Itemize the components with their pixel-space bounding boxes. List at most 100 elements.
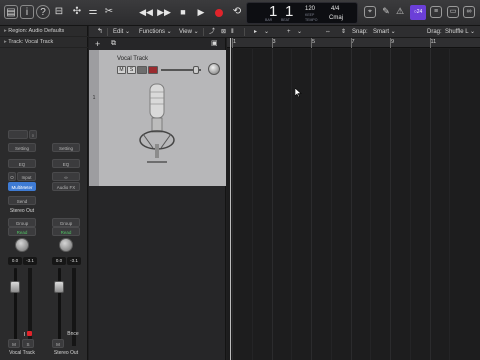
snap-dropdown[interactable]: Smart ⌄ xyxy=(373,26,396,38)
cpu-meter[interactable]: ○24 xyxy=(410,5,426,20)
command-tool-icon[interactable]: + xyxy=(287,26,291,38)
track-pan-knob[interactable] xyxy=(208,63,220,75)
inspector-icon[interactable]: i xyxy=(20,5,34,19)
strip2-level-value[interactable]: -3.1 xyxy=(67,257,81,265)
inspector-panel: ▸ Region: Audio Defaults ▸ Track: Vocal … xyxy=(0,26,88,360)
track-name[interactable]: Vocal Track xyxy=(117,56,148,62)
loops-icon[interactable]: ∞ xyxy=(463,6,475,18)
functions-menu[interactable]: Functions ⌄ xyxy=(139,26,172,38)
add-track-button[interactable]: + xyxy=(95,38,100,50)
lcd-key: Cmaj xyxy=(329,15,344,21)
strip2-input-format[interactable]: ∞ xyxy=(52,172,80,181)
track-header-vocal[interactable]: Vocal Track M S xyxy=(89,50,226,186)
lcd-display[interactable]: 1 1 BAR BEAT 120 KEEP TEMPO 4/4 Cmaj xyxy=(246,2,358,24)
grid-line xyxy=(370,49,372,360)
pointer-tool-icon[interactable]: ▸ xyxy=(254,26,257,38)
command-tool-chevron-icon[interactable]: ⌄ xyxy=(297,26,302,38)
strip1-record-enable[interactable]: I xyxy=(21,331,35,338)
playhead[interactable] xyxy=(230,38,231,360)
stop-button[interactable]: ■ xyxy=(175,4,191,20)
strip1-setting[interactable]: Setting xyxy=(8,143,36,152)
view-menu[interactable]: View ⌄ xyxy=(179,26,199,38)
grid-line xyxy=(330,49,332,360)
strip1-volume-fader[interactable] xyxy=(10,281,20,293)
strip1-pan-value[interactable]: 0.0 xyxy=(8,257,22,265)
track-record-enable-button[interactable] xyxy=(148,66,158,74)
strip1-eq[interactable]: EQ xyxy=(8,159,36,168)
strip1-mute-button[interactable]: M xyxy=(8,339,20,348)
notepad-icon[interactable]: ▭ xyxy=(447,6,459,18)
strip1-automation[interactable]: Read xyxy=(8,227,36,236)
region-inspector-header[interactable]: ▸ Region: Audio Defaults xyxy=(0,26,88,37)
track-headers-panel: + ⧉ ▣ Vocal Track M S 1 xyxy=(89,38,226,360)
quick-help-icon[interactable]: ? xyxy=(36,5,50,19)
tracks-area-menubar: ↰ Edit ⌄ Functions ⌄ View ⌄ ⤴ ⊠ ⫴ ▸ ⌄ + … xyxy=(89,26,480,38)
smart-controls-icon[interactable]: ✣ xyxy=(70,5,84,19)
editors-icon[interactable]: ✂ xyxy=(102,5,116,19)
strip1-level-value[interactable]: -3.1 xyxy=(23,257,37,265)
arrange-area[interactable] xyxy=(227,49,480,360)
strip2-pan-knob[interactable] xyxy=(59,238,73,252)
global-tracks-icon[interactable]: ▣ xyxy=(211,38,218,50)
strip1-group[interactable]: Group xyxy=(8,218,36,227)
flex-icon[interactable]: ⤴ xyxy=(209,26,215,38)
strip1-record-label: I xyxy=(23,332,26,338)
strip1-input-format[interactable]: O xyxy=(8,172,16,181)
ruler-tick xyxy=(390,38,391,48)
cycle-button[interactable]: ⟲ xyxy=(229,4,245,20)
track-volume-handle[interactable] xyxy=(193,66,199,74)
tuner-icon[interactable]: ⌖ xyxy=(364,6,376,18)
metronome-icon[interactable]: ⚠ xyxy=(394,6,406,18)
strip2-mute-button[interactable]: M xyxy=(52,339,64,348)
strip2-name: Stereo Out xyxy=(53,350,79,356)
grid-line xyxy=(311,49,312,360)
back-arrow-icon[interactable]: ↰ xyxy=(97,26,103,38)
drag-dropdown[interactable]: Shuffle L ⌄ xyxy=(445,26,475,38)
pencil-icon[interactable]: ✎ xyxy=(380,6,392,18)
pointer-tool-chevron-icon[interactable]: ⌄ xyxy=(264,26,269,38)
mixer-icon[interactable]: ⚌ xyxy=(86,5,100,19)
track-mute-button[interactable]: M xyxy=(117,66,126,74)
ruler-bar-number: 11 xyxy=(430,39,437,45)
ruler-tick xyxy=(232,38,233,48)
strip1-pan-knob[interactable] xyxy=(15,238,29,252)
strip1-output[interactable]: Stereo Out xyxy=(6,208,38,214)
track-inspector-header[interactable]: ▸ Track: Vocal Track xyxy=(0,37,88,48)
strip2-bounce-button[interactable]: Bnce xyxy=(65,331,81,337)
record-button[interactable] xyxy=(211,4,227,20)
edit-menu[interactable]: Edit ⌄ xyxy=(113,26,130,38)
lcd-signature: 4/4 xyxy=(331,6,340,12)
strip2-eq[interactable]: EQ xyxy=(52,159,80,168)
track-number[interactable]: 1 xyxy=(89,50,99,186)
strip2-audio-fx[interactable]: Audio FX xyxy=(52,182,80,191)
library-icon[interactable]: ▤ xyxy=(4,5,18,19)
grid-line xyxy=(251,49,253,360)
track-solo-button[interactable]: S xyxy=(127,66,136,74)
lcd-tempo-caption-2: TEMPO xyxy=(305,18,318,22)
play-button[interactable]: ▶ xyxy=(193,4,209,20)
strip1-send[interactable]: Send xyxy=(8,196,36,205)
ruler-bar-number: 1 xyxy=(233,39,237,45)
list-editors-icon[interactable]: ≡ xyxy=(430,6,442,18)
strip2-automation[interactable]: Read xyxy=(52,227,80,236)
toolbar-icon[interactable]: ⊟ xyxy=(52,5,66,19)
track-alternatives-icon[interactable]: ⧉ xyxy=(111,38,116,50)
bar-ruler[interactable]: 1 3 5 7 9 11 xyxy=(227,38,480,48)
catch-icon[interactable]: ⊠ xyxy=(221,26,226,38)
track-label: Track: Vocal Track xyxy=(8,39,54,45)
strip1-link-icon[interactable]: ○ xyxy=(29,130,37,139)
microphone-icon xyxy=(139,83,175,163)
zoom-vertical-icon[interactable]: ⇕ xyxy=(341,26,346,38)
strip2-setting[interactable]: Setting xyxy=(52,143,80,152)
track-input-monitor-button[interactable] xyxy=(137,66,147,74)
strip2-group[interactable]: Group xyxy=(52,218,80,227)
strip2-volume-fader[interactable] xyxy=(54,281,64,293)
strip1-audio-fx[interactable]: MultiMeter xyxy=(8,182,36,191)
strip1-input[interactable]: Input xyxy=(17,172,36,181)
forward-button[interactable]: ▶▶ xyxy=(156,4,172,20)
rewind-button[interactable]: ◀◀ xyxy=(138,4,154,20)
waveform-zoom-icon[interactable]: ⫴ xyxy=(231,26,234,38)
zoom-horizontal-icon[interactable]: ⇔ xyxy=(325,26,331,38)
strip1-solo-button[interactable]: S xyxy=(22,339,34,348)
strip2-pan-value[interactable]: 0.0 xyxy=(52,257,66,265)
